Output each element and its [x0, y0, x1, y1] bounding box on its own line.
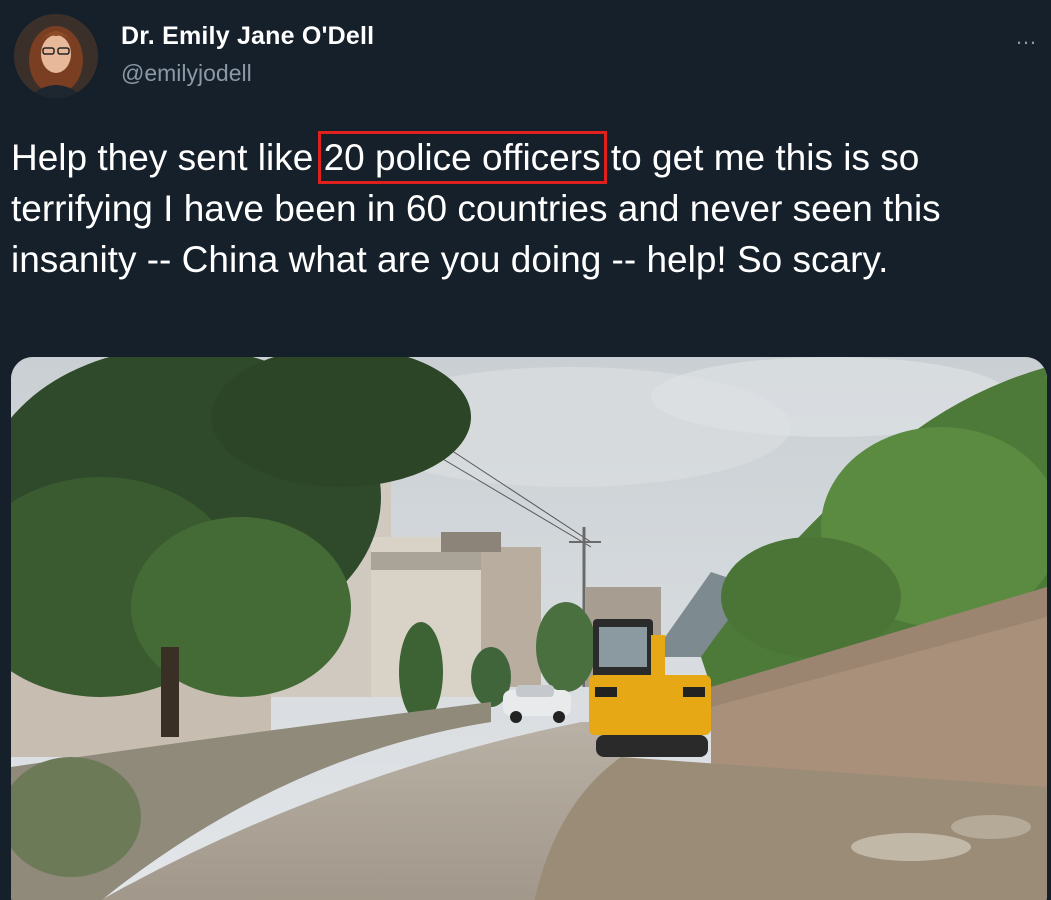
more-options-icon[interactable]: … — [1015, 24, 1039, 50]
author-name[interactable]: Dr. Emily Jane O'Dell — [121, 22, 374, 51]
avatar[interactable] — [14, 14, 98, 98]
tweet-text-before: Help they sent like — [11, 137, 324, 178]
tweet-card: Dr. Emily Jane O'Dell @emilyjodell … Hel… — [0, 0, 1051, 900]
tweet-text: Help they sent like 20 police officers t… — [11, 131, 1046, 285]
author-handle[interactable]: @emilyjodell — [121, 60, 252, 87]
tweet-photo[interactable] — [11, 357, 1047, 900]
profile-photo-icon — [14, 14, 98, 98]
highlighted-phrase: 20 police officers — [317, 131, 607, 184]
photo-scene — [11, 357, 1047, 900]
